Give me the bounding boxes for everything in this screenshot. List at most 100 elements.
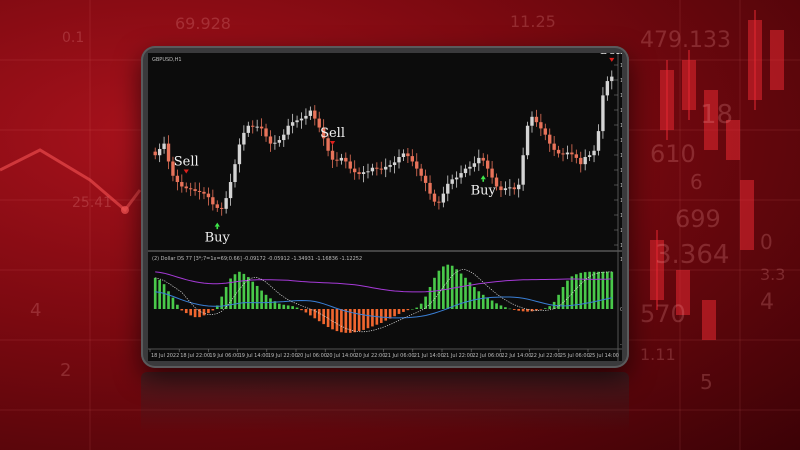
- bullish-candle: [610, 76, 614, 82]
- bearish-candle: [313, 110, 317, 119]
- bullish-candle: [361, 172, 366, 174]
- bullish-candle: [277, 140, 282, 143]
- bullish-candle: [308, 110, 313, 116]
- bg-number: 2: [60, 360, 72, 381]
- bearish-candle: [481, 157, 485, 161]
- price-tick-label: 1.20020: [620, 138, 622, 144]
- bg-number: 6: [690, 170, 703, 194]
- bearish-candle: [220, 207, 224, 209]
- bullish-candle: [233, 164, 237, 183]
- bullish-candle: [246, 125, 250, 133]
- buy-arrow-stem: [482, 179, 485, 182]
- bullish-candle: [224, 198, 228, 209]
- price-tick-label: 1.19515: [620, 183, 622, 189]
- time-tick-label: 20 Jul 14:00: [326, 353, 356, 359]
- bg-number: 4: [760, 290, 774, 315]
- bullish-candle: [237, 144, 242, 165]
- bullish-candle: [273, 142, 277, 144]
- indicator-tick-label: 1.46625: [620, 257, 622, 263]
- time-tick-label: 19 Jul 22:00: [268, 353, 298, 359]
- time-tick-label: 21 Jul 14:00: [414, 353, 444, 359]
- histogram-bar-positive: [446, 264, 450, 309]
- bearish-candle: [180, 182, 184, 187]
- histogram-bar-positive: [158, 279, 161, 309]
- histogram-bar-positive: [566, 280, 569, 309]
- time-tick-label: 25 Jul 06:00: [560, 353, 590, 359]
- sell-signal-label: Sell: [174, 155, 199, 170]
- bullish-candle: [384, 166, 388, 170]
- bg-number: 18: [700, 100, 734, 130]
- bearish-candle: [353, 168, 357, 173]
- bullish-candle: [565, 152, 570, 155]
- histogram-bar-positive: [242, 273, 246, 309]
- histogram-bar-negative: [193, 309, 197, 318]
- bearish-candle: [166, 143, 171, 162]
- histogram-bar-positive: [548, 306, 552, 309]
- histogram-bar-positive: [601, 271, 605, 309]
- histogram-bar-positive: [442, 266, 445, 309]
- bearish-candle: [548, 134, 552, 144]
- histogram-bar-positive: [171, 297, 175, 309]
- time-tick-label: 22 Jul 14:00: [501, 353, 531, 359]
- histogram-bar-positive: [597, 271, 600, 309]
- histogram-bar-negative: [184, 309, 188, 314]
- bg-number: 699: [675, 205, 721, 233]
- bullish-candle: [295, 120, 299, 123]
- bearish-candle: [428, 182, 432, 194]
- histogram-bar-positive: [415, 307, 419, 309]
- histogram-bar-positive: [282, 304, 286, 309]
- histogram-bar-negative: [362, 309, 365, 330]
- histogram-bar-negative: [393, 309, 396, 317]
- bearish-candle: [490, 168, 494, 178]
- bg-number: 69.928: [175, 14, 231, 33]
- bullish-candle: [286, 125, 290, 135]
- time-tick-label: 21 Jul 22:00: [443, 353, 473, 359]
- histogram-bar-negative: [366, 309, 370, 329]
- symbol-label: GBPUSD,H1: [152, 57, 182, 63]
- price-tick-label: 1.19850: [620, 153, 622, 159]
- histogram-bar-negative: [211, 309, 215, 311]
- histogram-bar-negative: [344, 309, 348, 333]
- histogram-bar-negative: [402, 309, 405, 312]
- histogram-bar-negative: [371, 309, 374, 327]
- bearish-candle: [499, 186, 503, 191]
- histogram-bar-positive: [592, 271, 596, 309]
- histogram-bar-positive: [251, 281, 255, 309]
- bullish-candle: [388, 165, 392, 167]
- histogram-bar-positive: [278, 303, 281, 309]
- bullish-candle: [530, 116, 534, 126]
- bg-number: 4: [30, 300, 42, 321]
- sell-signal-label: Sell: [599, 53, 622, 58]
- bullish-candle: [592, 150, 596, 156]
- bullish-candle: [446, 183, 450, 194]
- histogram-bar-negative: [379, 309, 383, 323]
- histogram-bar-positive: [428, 287, 432, 309]
- histogram-bar-negative: [384, 309, 388, 321]
- histogram-bar-positive: [464, 277, 467, 309]
- bearish-candle: [485, 160, 490, 169]
- histogram-bar-negative: [340, 309, 343, 333]
- histogram-bar-positive: [162, 284, 166, 309]
- histogram-bar-positive: [264, 294, 268, 309]
- bullish-candle: [596, 131, 601, 151]
- histogram-bar-positive: [153, 277, 157, 309]
- bg-number: 1.11: [640, 345, 676, 364]
- price-tick-label: 1.19685: [620, 168, 622, 174]
- histogram-bar-negative: [189, 309, 193, 316]
- bullish-candle: [450, 179, 454, 184]
- price-tick-label: 1.19010: [620, 228, 622, 234]
- bg-number: 479.133: [640, 28, 731, 53]
- bullish-candle: [472, 163, 477, 167]
- buy-arrow-stem: [216, 226, 219, 230]
- histogram-bar-positive: [495, 303, 498, 309]
- histogram-bar-positive: [490, 300, 494, 309]
- bearish-candle: [344, 157, 348, 162]
- bg-number: 11.25: [510, 12, 556, 31]
- histogram-bar-negative: [202, 309, 206, 316]
- bg-number: 0: [760, 230, 773, 254]
- bullish-candle: [503, 188, 508, 191]
- price-chart[interactable]: SellBuySellBuySellBuy 1.208601.206951.20…: [148, 53, 622, 361]
- time-tick-label: 22 Jul 06:00: [472, 353, 502, 359]
- bearish-candle: [419, 168, 423, 176]
- histogram-bar-positive: [419, 303, 423, 309]
